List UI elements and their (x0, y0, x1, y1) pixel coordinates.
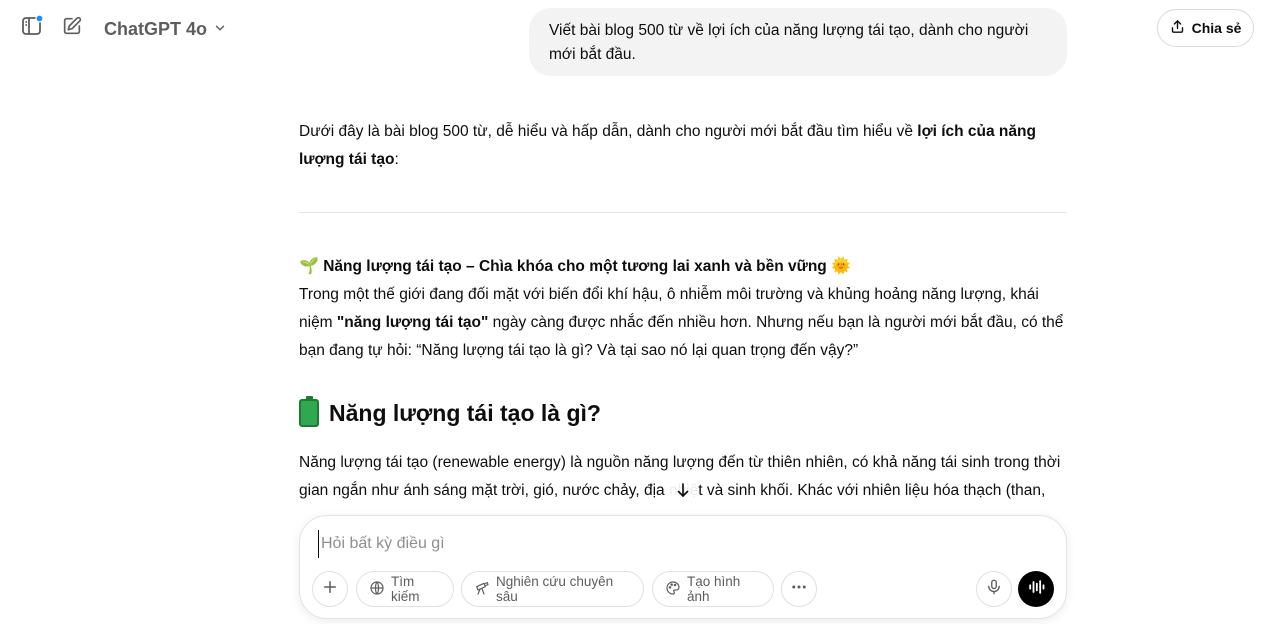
composer: Tìm kiếm Nghiên cứu chuyên sâu Tạo hình … (299, 515, 1067, 619)
chat-page: ChatGPT 4o Chia sẻ Viết bài blog 500 từ … (0, 0, 1274, 624)
user-message-text: Viết bài blog 500 từ về lợi ích của năng… (549, 22, 1029, 63)
divider (299, 212, 1067, 213)
microphone-icon (985, 578, 1003, 601)
edit-icon (61, 15, 83, 42)
plus-icon (321, 578, 339, 601)
scroll-to-bottom-button[interactable] (668, 477, 698, 507)
model-selector[interactable]: ChatGPT 4o (96, 14, 235, 44)
user-message-bubble: Viết bài blog 500 từ về lợi ích của năng… (529, 8, 1067, 76)
search-label: Tìm kiếm (391, 574, 420, 604)
seedling-icon: 🌱 (299, 258, 319, 275)
create-image-label: Tạo hình ảnh (687, 574, 741, 604)
section-heading-text: Năng lượng tái tạo là gì? (329, 400, 601, 426)
sun-icon: 🌞 (831, 258, 852, 275)
share-button[interactable]: Chia sẻ (1157, 9, 1254, 47)
intro-suffix: : (394, 151, 399, 168)
para1-bold-text: "năng lượng tái tạo" (336, 314, 489, 331)
waveform-icon (1026, 577, 1046, 602)
globe-icon (369, 580, 385, 599)
arrow-down-icon (674, 481, 692, 504)
search-button[interactable]: Tìm kiếm (356, 571, 454, 607)
intro-text: Dưới đây là bài blog 500 từ, dễ hiểu và … (299, 123, 918, 140)
section-heading: Năng lượng tái tạo là gì? (299, 396, 1067, 429)
voice-mode-button[interactable] (1018, 571, 1054, 607)
more-horizontal-icon (790, 578, 808, 601)
prompt-input[interactable] (318, 530, 1018, 558)
assistant-message: Dưới đây là bài blog 500 từ, dễ hiểu và … (299, 118, 1067, 505)
model-name: ChatGPT 4o (104, 18, 208, 39)
deep-research-button[interactable]: Nghiên cứu chuyên sâu (461, 571, 644, 607)
battery-icon (299, 396, 319, 427)
share-label: Chia sẻ (1191, 20, 1242, 36)
blog-title-text: Năng lượng tái tạo – Chìa khóa cho một t… (323, 258, 827, 275)
attach-button[interactable] (312, 571, 348, 607)
share-icon (1170, 19, 1185, 37)
sidebar-toggle-button[interactable] (17, 13, 47, 43)
telescope-icon (474, 580, 490, 599)
deep-research-label: Nghiên cứu chuyên sâu (496, 574, 614, 604)
sidebar-icon (20, 13, 44, 43)
chevron-down-icon (213, 19, 227, 40)
intro-paragraph: Dưới đây là bài blog 500 từ, dễ hiểu và … (299, 118, 1067, 174)
paragraph-1: Trong một thế giới đang đối mặt với biến… (299, 281, 1067, 365)
more-options-button[interactable] (781, 571, 817, 607)
blog-title: 🌱 Năng lượng tái tạo – Chìa khóa cho một… (299, 253, 1067, 281)
new-chat-button[interactable] (57, 13, 87, 43)
dictate-button[interactable] (976, 571, 1012, 607)
palette-icon (665, 580, 681, 599)
create-image-button[interactable]: Tạo hình ảnh (652, 571, 774, 607)
